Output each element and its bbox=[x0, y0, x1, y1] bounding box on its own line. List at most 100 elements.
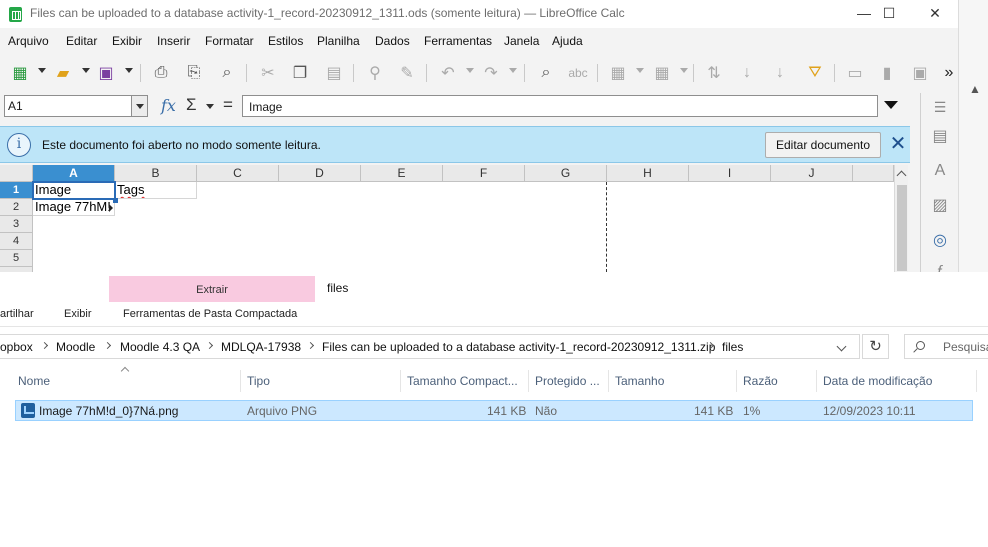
select-all-corner[interactable] bbox=[0, 165, 33, 182]
undo-dropdown[interactable] bbox=[466, 68, 474, 73]
menu-ferramentas[interactable]: Ferramentas bbox=[424, 34, 492, 48]
column-divider[interactable] bbox=[736, 370, 737, 392]
menu-ajuda[interactable]: Ajuda bbox=[552, 34, 583, 48]
export-pdf-icon[interactable]: ⎙ bbox=[149, 61, 173, 85]
row-header-1[interactable]: 1 bbox=[0, 182, 33, 199]
column-header-a[interactable]: A bbox=[33, 165, 115, 182]
menu-exibir[interactable]: Exibir bbox=[112, 34, 142, 48]
column-header-g[interactable]: G bbox=[525, 165, 607, 182]
print-icon[interactable]: ⎘ bbox=[182, 61, 206, 85]
cell-a1[interactable]: Image bbox=[33, 182, 115, 199]
clear-formatting-icon[interactable]: ✎ bbox=[395, 61, 419, 85]
column-header-k[interactable] bbox=[853, 165, 894, 182]
cell-b1[interactable]: Tags bbox=[115, 182, 197, 199]
formula-icon[interactable]: = bbox=[223, 95, 233, 115]
close-button[interactable]: ✕ bbox=[912, 0, 958, 28]
breadcrumb-moodle[interactable]: Moodle bbox=[56, 340, 95, 354]
column-header-d[interactable]: D bbox=[279, 165, 361, 182]
column-header-f[interactable]: F bbox=[443, 165, 525, 182]
edit-document-button[interactable]: Editar documento bbox=[765, 132, 881, 158]
fill-handle[interactable] bbox=[113, 198, 118, 203]
save-icon[interactable]: ▣ bbox=[94, 61, 118, 85]
column-divider[interactable] bbox=[528, 370, 529, 392]
row-header-5[interactable]: 5 bbox=[0, 250, 33, 267]
close-infobar-icon[interactable]: ✕ bbox=[888, 133, 908, 155]
navigator-icon[interactable]: ◎ bbox=[930, 231, 950, 251]
sum-dropdown[interactable] bbox=[206, 104, 214, 109]
row-icon[interactable]: ▦ bbox=[606, 61, 630, 85]
name-box[interactable]: A1 bbox=[4, 95, 148, 117]
undo-icon[interactable]: ↶ bbox=[436, 61, 460, 85]
toolbar-overflow-icon[interactable]: » bbox=[937, 61, 958, 85]
print-preview-icon[interactable]: ⌕ bbox=[215, 61, 239, 85]
column-header-tipo[interactable]: Tipo bbox=[247, 374, 270, 388]
column-header-nome[interactable]: Nome bbox=[18, 374, 50, 388]
column-header-j[interactable]: J bbox=[771, 165, 853, 182]
address-bar[interactable]: opbox Moodle Moodle 4.3 QA MDLQA-17938 F… bbox=[0, 334, 860, 359]
tab-compressed-folder-tools[interactable]: Ferramentas de Pasta Compactada bbox=[123, 308, 297, 320]
functions-icon[interactable]: ƒ bbox=[930, 262, 950, 272]
breadcrumb-chevron-icon[interactable] bbox=[306, 341, 315, 350]
column-header-tamanho[interactable]: Tamanho bbox=[615, 374, 664, 388]
breadcrumb-files[interactable]: files bbox=[722, 340, 743, 354]
open-dropdown[interactable] bbox=[82, 68, 90, 73]
refresh-button[interactable]: ↻ bbox=[862, 334, 889, 359]
address-history-dropdown-icon[interactable] bbox=[836, 341, 847, 352]
paste-icon[interactable]: ▤ bbox=[322, 61, 346, 85]
row-header-4[interactable]: 4 bbox=[0, 233, 33, 250]
breadcrumb-dropbox[interactable]: opbox bbox=[0, 340, 33, 354]
copy-icon[interactable]: ❐ bbox=[288, 61, 312, 85]
tab-compartilhar[interactable]: artilhar bbox=[0, 308, 34, 320]
column-divider[interactable] bbox=[400, 370, 401, 392]
new-icon[interactable]: ▦ bbox=[8, 61, 32, 85]
save-dropdown[interactable] bbox=[125, 68, 133, 73]
column-header-protegido[interactable]: Protegido ... bbox=[535, 374, 600, 388]
menu-janela[interactable]: Janela bbox=[504, 34, 539, 48]
column-divider[interactable] bbox=[976, 370, 977, 392]
breadcrumb-chevron-icon[interactable] bbox=[40, 341, 49, 350]
spreadsheet-grid[interactable]: A B C D E F G H I J 1 2 3 4 5 Image Tags… bbox=[0, 165, 908, 272]
column-divider[interactable] bbox=[240, 370, 241, 392]
clone-formatting-icon[interactable]: ⚲ bbox=[363, 61, 387, 85]
column-header-c[interactable]: C bbox=[197, 165, 279, 182]
properties-icon[interactable]: ▤ bbox=[930, 127, 950, 147]
sort-ascending-icon[interactable]: ↓ bbox=[735, 61, 759, 85]
sort-descending-icon[interactable]: ↓ bbox=[768, 61, 792, 85]
menu-inserir[interactable]: Inserir bbox=[157, 34, 190, 48]
menu-dados[interactable]: Dados bbox=[375, 34, 410, 48]
pivot-table-icon[interactable]: ▣ bbox=[908, 61, 932, 85]
column-dropdown[interactable] bbox=[680, 68, 688, 73]
spelling-icon[interactable]: abc bbox=[566, 61, 590, 85]
name-box-dropdown[interactable] bbox=[131, 96, 147, 116]
image-icon[interactable]: ▭ bbox=[843, 61, 867, 85]
open-icon[interactable]: ▰ bbox=[51, 61, 75, 85]
tab-exibir[interactable]: Exibir bbox=[64, 308, 92, 320]
column-header-b[interactable]: B bbox=[115, 165, 197, 182]
vertical-scrollbar[interactable] bbox=[894, 165, 908, 272]
menu-planilha[interactable]: Planilha bbox=[317, 34, 360, 48]
autofilter-icon[interactable]: ⛛ bbox=[803, 61, 827, 85]
sum-icon[interactable]: Σ bbox=[186, 95, 197, 115]
find-replace-icon[interactable]: ⌕ bbox=[534, 61, 558, 85]
column-header-tamanho-compactado[interactable]: Tamanho Compact... bbox=[407, 374, 518, 388]
breadcrumb-zip-archive[interactable]: Files can be uploaded to a database acti… bbox=[322, 340, 715, 354]
styles-icon[interactable]: A bbox=[930, 161, 950, 181]
gallery-icon[interactable]: ▨ bbox=[930, 196, 950, 216]
row-header-3[interactable]: 3 bbox=[0, 216, 33, 233]
breadcrumb-chevron-icon[interactable] bbox=[103, 341, 112, 350]
search-input[interactable]: Pesquisa bbox=[904, 334, 988, 359]
column-icon[interactable]: ▦ bbox=[650, 61, 674, 85]
breadcrumb-moodle-43-qa[interactable]: Moodle 4.3 QA bbox=[120, 340, 200, 354]
sort-icon[interactable]: ⇅ bbox=[702, 61, 726, 85]
cut-icon[interactable]: ✂ bbox=[256, 61, 280, 85]
column-header-h[interactable]: H bbox=[607, 165, 689, 182]
sidebar-menu-icon[interactable]: ☰ bbox=[930, 97, 950, 117]
file-row[interactable]: Image 77hM!d_0}7Ná.png Arquivo PNG 141 K… bbox=[15, 400, 973, 421]
redo-icon[interactable]: ↷ bbox=[479, 61, 503, 85]
cell-a2[interactable]: Image 77hM! bbox=[33, 199, 115, 216]
breadcrumb-chevron-icon[interactable] bbox=[205, 341, 214, 350]
row-header-2[interactable]: 2 bbox=[0, 199, 33, 216]
column-header-data-modificacao[interactable]: Data de modificação bbox=[823, 374, 932, 388]
breadcrumb-mdlqa-17938[interactable]: MDLQA-17938 bbox=[221, 340, 301, 354]
redo-dropdown[interactable] bbox=[509, 68, 517, 73]
